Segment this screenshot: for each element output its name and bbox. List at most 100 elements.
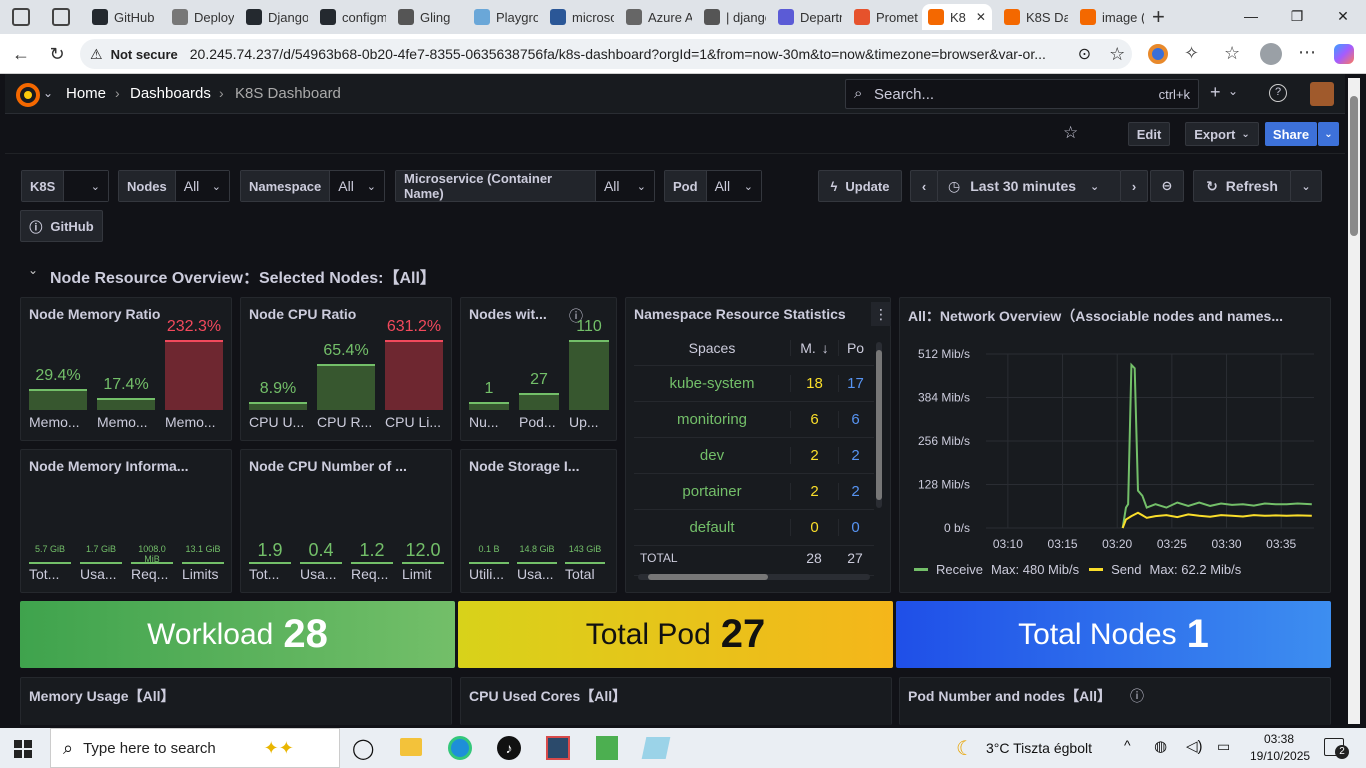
col-header-spaces[interactable]: Spaces [634, 340, 790, 356]
close-tab-icon[interactable]: ✕ [976, 10, 986, 24]
var-value[interactable]: All ⌄ [330, 171, 384, 201]
zoom-out-icon[interactable]: ⊖ [1150, 170, 1184, 202]
gauge-bar[interactable] [317, 364, 375, 410]
var-nodes[interactable]: Nodes All ⌄ [118, 170, 230, 202]
var-pod[interactable]: Pod All ⌄ [664, 170, 762, 202]
breadcrumb-home[interactable]: Home [66, 85, 106, 102]
maximize-icon[interactable]: ❐ [1274, 0, 1320, 32]
browser-tab[interactable]: configm [314, 4, 386, 30]
network-icon[interactable]: ▭ [1217, 738, 1230, 755]
var-microservice[interactable]: Microservice (Container Name) All ⌄ [395, 170, 655, 202]
browser-tab[interactable]: K8S Da [998, 4, 1068, 30]
copilot-icon[interactable] [1334, 44, 1354, 64]
page-options-icon[interactable]: ⊙ [1078, 44, 1091, 64]
panel-menu-icon[interactable]: ⋮ [871, 302, 891, 326]
favorites-icon[interactable]: ☆ [1224, 43, 1240, 64]
page-scrollbar[interactable] [1348, 78, 1360, 724]
browser-tab[interactable]: Azure A [620, 4, 692, 30]
col-header-po[interactable]: Po [838, 339, 872, 356]
var-value[interactable]: All ⌄ [706, 171, 761, 201]
close-window-icon[interactable]: ✕ [1320, 0, 1366, 32]
time-picker[interactable]: ◷ Last 30 minutes ⌄ [937, 170, 1121, 202]
app-icon[interactable] [641, 737, 671, 759]
notifications-icon[interactable]: 2 [1324, 738, 1349, 759]
taskbar-search-input[interactable]: ⌕ Type here to search ✦✦ [50, 728, 340, 768]
browser-tab[interactable]: microso [544, 4, 614, 30]
breadcrumb-dashboards[interactable]: Dashboards [130, 85, 211, 102]
var-k8s[interactable]: K8S ⌄ [21, 170, 109, 202]
gauge-bar[interactable] [249, 402, 307, 410]
gauge-bar[interactable] [385, 340, 443, 410]
favorite-star-icon[interactable]: ☆ [1109, 44, 1125, 65]
browser-tab[interactable]: image ( [1074, 4, 1144, 30]
export-button[interactable]: Export ⌄ [1185, 122, 1259, 146]
gauge-bar[interactable] [569, 340, 609, 410]
browser-tab[interactable]: K8 ✕ [922, 4, 992, 30]
table-row[interactable]: portainer 2 2 [634, 474, 874, 510]
scrollbar-thumb[interactable] [876, 350, 882, 500]
star-icon[interactable]: ☆ [1063, 123, 1078, 143]
collapse-row-icon[interactable]: ⌄ [28, 263, 38, 277]
network-chart[interactable]: 512 Mib/s 384 Mib/s 256 Mib/s 128 Mib/s 0 b/… [900, 328, 1332, 558]
gauge-bar[interactable] [165, 340, 223, 410]
page-scrollbar-thumb[interactable] [1350, 96, 1358, 236]
col-header-m[interactable]: M. ↓ [790, 339, 838, 356]
time-forward-icon[interactable]: › [1120, 170, 1148, 202]
start-icon[interactable] [14, 740, 32, 758]
volume-icon[interactable]: ◁) [1186, 737, 1203, 755]
weather-text[interactable]: 3°C Tiszta égbolt [986, 740, 1092, 756]
share-dropdown-icon[interactable]: ⌄ [1318, 122, 1339, 146]
tray-expand-icon[interactable]: ^ [1124, 737, 1131, 753]
series-line-receive[interactable] [1121, 362, 1312, 529]
grafana-logo-icon[interactable] [15, 82, 41, 108]
gauge-bar[interactable] [519, 392, 559, 410]
new-tab-icon[interactable]: + [1152, 4, 1165, 30]
refresh-button[interactable]: ↻ Refresh [1193, 170, 1291, 202]
minimize-icon[interactable]: — [1228, 0, 1274, 32]
back-icon[interactable]: ← [8, 42, 34, 66]
edit-button[interactable]: Edit [1128, 122, 1170, 146]
tray-app-icon[interactable]: ◍ [1154, 737, 1167, 755]
gauge-bar[interactable] [469, 402, 509, 410]
time-back-icon[interactable]: ‹ [910, 170, 938, 202]
legend-receive-name[interactable]: Receive [936, 562, 983, 577]
update-button[interactable]: ϟ Update [818, 170, 902, 202]
clock-time[interactable]: 03:38 [1264, 732, 1294, 746]
search-input[interactable]: ⌕ Search... ctrl+k [845, 79, 1199, 109]
clock-date[interactable]: 19/10/2025 [1250, 749, 1310, 763]
browser-tab[interactable]: Django [240, 4, 308, 30]
var-value[interactable]: ⌄ [64, 171, 108, 201]
task-view-icon[interactable]: ◯ [352, 736, 374, 761]
scrollbar-thumb[interactable] [648, 574, 768, 580]
series-line-send[interactable] [1121, 511, 1312, 529]
browser-tab[interactable]: Playgro [468, 4, 538, 30]
profile-avatar[interactable] [1260, 43, 1282, 65]
github-link-button[interactable]: ⓘ GitHub [20, 210, 103, 242]
help-icon[interactable]: ? [1269, 84, 1287, 102]
browser-tab[interactable]: Gling [392, 4, 462, 30]
url-bar[interactable]: ⚠ Not secure 20.245.74.237/d/54963b68-0b… [80, 39, 1132, 69]
browser-tab[interactable]: Departn [772, 4, 842, 30]
workspaces-icon[interactable] [12, 8, 30, 26]
table-row[interactable]: kube-system 18 17 [634, 366, 874, 402]
url-text[interactable]: 20.245.74.237/d/54963b68-0b20-4fe7-8355-… [190, 46, 1070, 62]
browser-tab[interactable]: Promet [848, 4, 918, 30]
horizontal-scrollbar[interactable] [638, 574, 870, 580]
gauge-bar[interactable] [97, 397, 155, 410]
browser-tab[interactable]: | djangc [698, 4, 766, 30]
var-value[interactable]: All ⌄ [595, 171, 654, 201]
app-icon[interactable] [596, 736, 618, 760]
add-icon[interactable]: + [1210, 82, 1221, 103]
gauge-bar[interactable] [29, 389, 87, 410]
edge-icon[interactable] [448, 736, 472, 760]
extensions-icon[interactable]: ✧ [1184, 43, 1199, 64]
browser-tab[interactable]: Deployi [166, 4, 234, 30]
var-value[interactable]: All ⌄ [175, 171, 229, 201]
file-explorer-icon[interactable] [400, 738, 422, 756]
refresh-interval-icon[interactable]: ⌄ [1290, 170, 1322, 202]
vertical-scrollbar[interactable] [876, 342, 882, 508]
more-menu-icon[interactable]: ⋯ [1298, 42, 1316, 63]
row-title[interactable]: Node Resource Overview：Selected Nodes:【A… [50, 264, 436, 288]
chevron-down-icon[interactable]: ⌄ [1228, 84, 1238, 98]
tiktok-icon[interactable]: ♪ [497, 736, 521, 760]
